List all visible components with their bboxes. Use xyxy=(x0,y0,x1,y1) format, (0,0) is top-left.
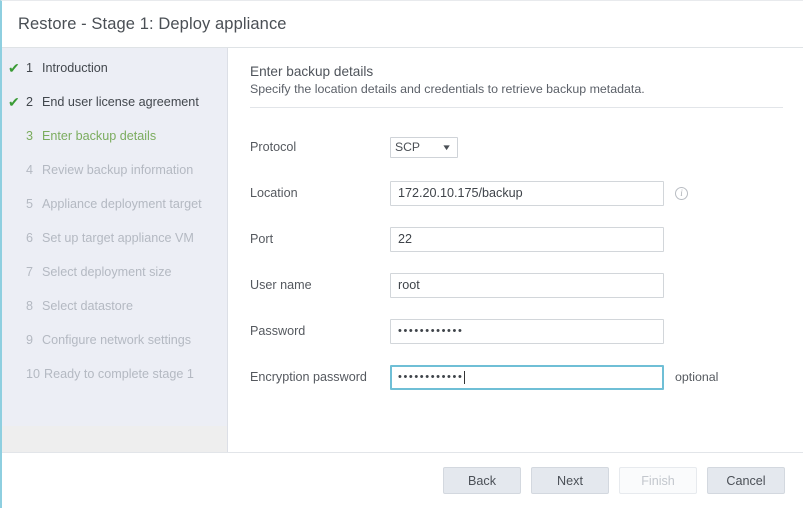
sidebar-item-label: Appliance deployment target xyxy=(42,196,202,212)
sidebar-item-label: Set up target appliance VM xyxy=(42,230,194,246)
port-label: Port xyxy=(250,232,390,246)
sidebar-item-review-backup-information[interactable]: 4 Review backup information xyxy=(2,162,227,196)
check-icon xyxy=(8,298,26,299)
step-number: 1 xyxy=(26,60,42,76)
chevron-down-icon: ▼ xyxy=(441,143,454,152)
form-row-port: Port xyxy=(250,216,783,262)
form-row-location: Location i xyxy=(250,170,783,216)
header-divider xyxy=(250,107,783,108)
sidebar-item-label: Select deployment size xyxy=(42,264,172,280)
sidebar-item-label: Review backup information xyxy=(42,162,193,178)
protocol-label: Protocol xyxy=(250,140,390,154)
check-icon xyxy=(8,196,26,197)
wizard-window: Restore - Stage 1: Deploy appliance ✔ 1 … xyxy=(0,0,803,508)
sidebar-item-appliance-deployment-target[interactable]: 5 Appliance deployment target xyxy=(2,196,227,230)
back-button[interactable]: Back xyxy=(443,467,521,494)
sidebar-item-label: Select datastore xyxy=(42,298,133,314)
sidebar-item-label: Enter backup details xyxy=(42,128,156,144)
sidebar-item-enter-backup-details[interactable]: 3 Enter backup details xyxy=(2,128,227,162)
password-label: Password xyxy=(250,324,390,338)
username-label: User name xyxy=(250,278,390,292)
sidebar-item-label: Configure network settings xyxy=(42,332,191,348)
encryption-password-label: Encryption password xyxy=(250,370,390,384)
page-description: Specify the location details and credent… xyxy=(250,82,783,96)
sidebar-item-end-user-license-agreement[interactable]: ✔ 2 End user license agreement xyxy=(2,94,227,128)
text-caret xyxy=(464,371,465,384)
protocol-select[interactable]: SCP ▼ xyxy=(390,137,458,158)
sidebar-item-set-up-target-appliance-vm[interactable]: 6 Set up target appliance VM xyxy=(2,230,227,264)
step-number: 9 xyxy=(26,332,42,348)
wizard-body: ✔ 1 Introduction ✔ 2 End user license ag… xyxy=(2,48,803,452)
cancel-button[interactable]: Cancel xyxy=(707,467,785,494)
step-number: 6 xyxy=(26,230,42,246)
form-row-username: User name xyxy=(250,262,783,308)
step-number: 5 xyxy=(26,196,42,212)
step-number: 10 xyxy=(26,366,44,382)
check-icon: ✔ xyxy=(8,60,26,76)
encryption-password-masked-value: •••••••••••• xyxy=(398,371,463,383)
check-icon xyxy=(8,366,26,367)
step-number: 7 xyxy=(26,264,42,280)
step-number: 2 xyxy=(26,94,42,110)
check-icon xyxy=(8,332,26,333)
sidebar-item-label: Ready to complete stage 1 xyxy=(44,366,194,382)
title-bar: Restore - Stage 1: Deploy appliance xyxy=(2,1,803,48)
sidebar-item-select-deployment-size[interactable]: 7 Select deployment size xyxy=(2,264,227,298)
finish-button: Finish xyxy=(619,467,697,494)
sidebar-item-ready-to-complete-stage-1[interactable]: 10 Ready to complete stage 1 xyxy=(2,366,227,400)
info-icon[interactable]: i xyxy=(675,187,688,200)
port-input[interactable] xyxy=(390,227,664,252)
step-number: 8 xyxy=(26,298,42,314)
username-input[interactable] xyxy=(390,273,664,298)
check-icon xyxy=(8,162,26,163)
check-icon xyxy=(8,230,26,231)
step-number: 3 xyxy=(26,128,42,144)
encryption-password-input[interactable]: •••••••••••• xyxy=(390,365,664,390)
step-number: 4 xyxy=(26,162,42,178)
sidebar-item-introduction[interactable]: ✔ 1 Introduction xyxy=(2,60,227,94)
encryption-password-optional-note: optional xyxy=(675,370,718,384)
sidebar-item-configure-network-settings[interactable]: 9 Configure network settings xyxy=(2,332,227,366)
location-label: Location xyxy=(250,186,390,200)
form-row-password: Password •••••••••••• xyxy=(250,308,783,354)
sidebar-item-select-datastore[interactable]: 8 Select datastore xyxy=(2,298,227,332)
check-icon xyxy=(8,128,26,129)
main-content: Enter backup details Specify the locatio… xyxy=(228,48,803,452)
sidebar-item-label: Introduction xyxy=(42,60,108,76)
password-masked-value: •••••••••••• xyxy=(398,325,463,337)
wizard-footer: Back Next Finish Cancel xyxy=(2,452,803,508)
password-input[interactable]: •••••••••••• xyxy=(390,319,664,344)
sidebar-item-label: End user license agreement xyxy=(42,94,199,110)
check-icon: ✔ xyxy=(8,94,26,110)
location-input[interactable] xyxy=(390,181,664,206)
form-row-encryption-password: Encryption password •••••••••••• optiona… xyxy=(250,354,783,400)
wizard-steps-sidebar: ✔ 1 Introduction ✔ 2 End user license ag… xyxy=(2,48,228,452)
check-icon xyxy=(8,264,26,265)
next-button[interactable]: Next xyxy=(531,467,609,494)
page-title: Enter backup details xyxy=(250,64,783,79)
protocol-selected-value: SCP xyxy=(395,140,420,154)
form-row-protocol: Protocol SCP ▼ xyxy=(250,124,783,170)
window-title: Restore - Stage 1: Deploy appliance xyxy=(18,15,287,34)
